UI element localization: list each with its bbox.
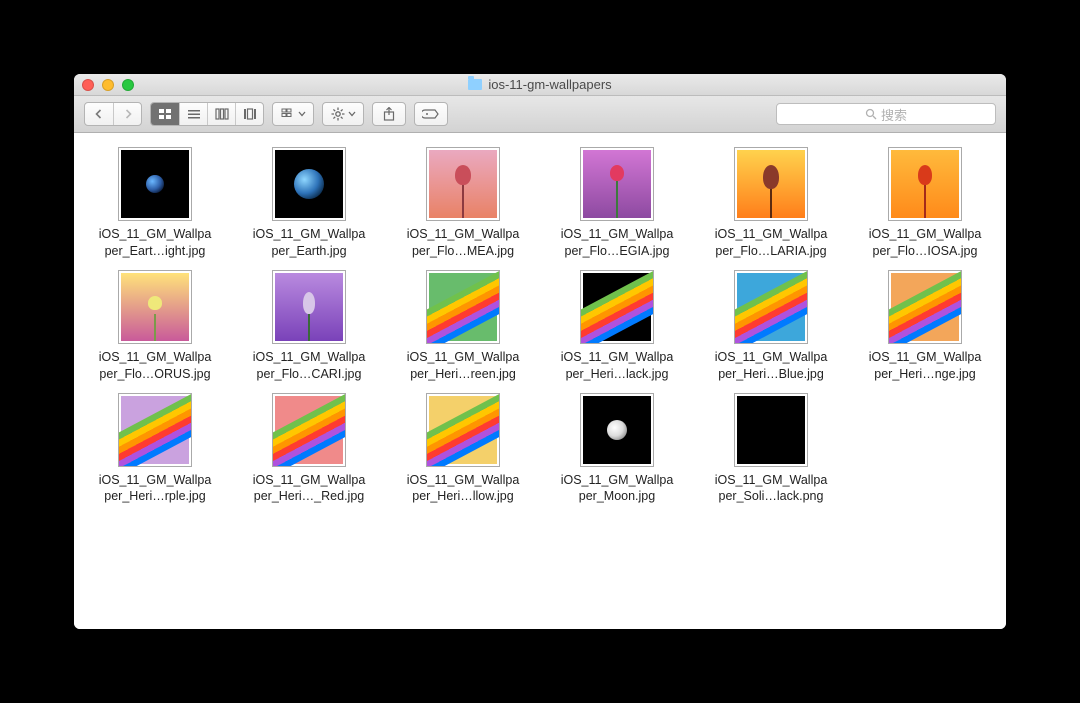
file-thumbnail[interactable] [426,270,500,344]
search-placeholder: 搜索 [881,105,907,124]
icon-view-button[interactable] [151,103,179,125]
file-item[interactable]: iOS_11_GM_Wallpaper_Flo…MEA.jpg [390,147,536,260]
file-item[interactable]: iOS_11_GM_Wallpaper_Flo…IOSA.jpg [852,147,998,260]
file-name-label[interactable]: iOS_11_GM_Wallpaper_Heri…_Red.jpg [238,472,380,506]
file-item[interactable]: iOS_11_GM_Wallpaper_Heri…rple.jpg [82,393,228,506]
share-icon [383,107,395,121]
file-thumbnail[interactable] [272,270,346,344]
file-item[interactable]: iOS_11_GM_Wallpaper_Heri…Blue.jpg [698,270,844,383]
action-menu[interactable] [322,102,364,126]
file-item[interactable]: iOS_11_GM_Wallpaper_Heri…llow.jpg [390,393,536,506]
tag-icon [422,108,440,120]
file-name-label[interactable]: iOS_11_GM_Wallpaper_Moon.jpg [546,472,688,506]
file-thumbnail[interactable] [118,270,192,344]
file-thumbnail[interactable] [426,147,500,221]
file-thumbnail[interactable] [118,147,192,221]
file-item[interactable]: iOS_11_GM_Wallpaper_Soli…lack.png [698,393,844,506]
file-thumbnail[interactable] [888,147,962,221]
forward-button[interactable] [113,103,141,125]
column-view-button[interactable] [207,103,235,125]
file-name-label[interactable]: iOS_11_GM_Wallpaper_Heri…Blue.jpg [700,349,842,383]
file-thumbnail[interactable] [580,147,654,221]
file-item[interactable]: iOS_11_GM_Wallpaper_Flo…EGIA.jpg [544,147,690,260]
file-thumbnail[interactable] [580,270,654,344]
file-name-label[interactable]: iOS_11_GM_Wallpaper_Flo…IOSA.jpg [854,226,996,260]
file-name-label[interactable]: iOS_11_GM_Wallpaper_Heri…rple.jpg [84,472,226,506]
icon-grid: iOS_11_GM_Wallpaper_Eart…ight.jpg iOS_11_… [82,147,998,505]
file-name-label[interactable]: iOS_11_GM_Wallpaper_Heri…llow.jpg [392,472,534,506]
list-view-button[interactable] [179,103,207,125]
file-item[interactable]: iOS_11_GM_Wallpaper_Eart…ight.jpg [82,147,228,260]
folder-icon [468,79,482,90]
file-name-label[interactable]: iOS_11_GM_Wallpaper_Soli…lack.png [700,472,842,506]
file-name-label[interactable]: iOS_11_GM_Wallpaper_Flo…EGIA.jpg [546,226,688,260]
finder-window: ios-11-gm-wallpapers [74,74,1006,629]
file-thumbnail[interactable] [580,393,654,467]
file-thumbnail[interactable] [734,147,808,221]
file-name-label[interactable]: iOS_11_GM_Wallpaper_Earth.jpg [238,226,380,260]
file-name-label[interactable]: iOS_11_GM_Wallpaper_Eart…ight.jpg [84,226,226,260]
content-area[interactable]: iOS_11_GM_Wallpaper_Eart…ight.jpg iOS_11_… [74,133,1006,629]
share-button[interactable] [372,102,406,126]
file-item[interactable]: iOS_11_GM_Wallpaper_Flo…ORUS.jpg [82,270,228,383]
file-item[interactable]: iOS_11_GM_Wallpaper_Heri…_Red.jpg [236,393,382,506]
file-item[interactable]: iOS_11_GM_Wallpaper_Heri…lack.jpg [544,270,690,383]
file-item[interactable]: iOS_11_GM_Wallpaper_Heri…reen.jpg [390,270,536,383]
view-switch [150,102,264,126]
nav-buttons [84,102,142,126]
file-thumbnail[interactable] [734,393,808,467]
gear-icon [331,107,345,121]
file-name-label[interactable]: iOS_11_GM_Wallpaper_Flo…ORUS.jpg [84,349,226,383]
toolbar: 搜索 [74,96,1006,133]
file-item[interactable]: iOS_11_GM_Wallpaper_Flo…CARI.jpg [236,270,382,383]
window-title-text: ios-11-gm-wallpapers [488,77,611,92]
search-icon [865,108,877,120]
file-name-label[interactable]: iOS_11_GM_Wallpaper_Flo…LARIA.jpg [700,226,842,260]
file-thumbnail[interactable] [888,270,962,344]
tags-button[interactable] [414,102,448,126]
file-thumbnail[interactable] [734,270,808,344]
file-thumbnail[interactable] [272,393,346,467]
file-name-label[interactable]: iOS_11_GM_Wallpaper_Heri…nge.jpg [854,349,996,383]
file-thumbnail[interactable] [272,147,346,221]
back-button[interactable] [85,103,113,125]
file-item[interactable]: iOS_11_GM_Wallpaper_Flo…LARIA.jpg [698,147,844,260]
file-thumbnail[interactable] [118,393,192,467]
file-thumbnail[interactable] [426,393,500,467]
arrange-menu[interactable] [272,102,314,126]
titlebar[interactable]: ios-11-gm-wallpapers [74,74,1006,96]
file-name-label[interactable]: iOS_11_GM_Wallpaper_Flo…CARI.jpg [238,349,380,383]
file-item[interactable]: iOS_11_GM_Wallpaper_Earth.jpg [236,147,382,260]
window-title: ios-11-gm-wallpapers [74,77,1006,92]
file-name-label[interactable]: iOS_11_GM_Wallpaper_Heri…lack.jpg [546,349,688,383]
file-item[interactable]: iOS_11_GM_Wallpaper_Heri…nge.jpg [852,270,998,383]
file-name-label[interactable]: iOS_11_GM_Wallpaper_Flo…MEA.jpg [392,226,534,260]
file-item[interactable]: iOS_11_GM_Wallpaper_Moon.jpg [544,393,690,506]
coverflow-view-button[interactable] [235,103,263,125]
file-name-label[interactable]: iOS_11_GM_Wallpaper_Heri…reen.jpg [392,349,534,383]
search-field[interactable]: 搜索 [776,103,996,125]
